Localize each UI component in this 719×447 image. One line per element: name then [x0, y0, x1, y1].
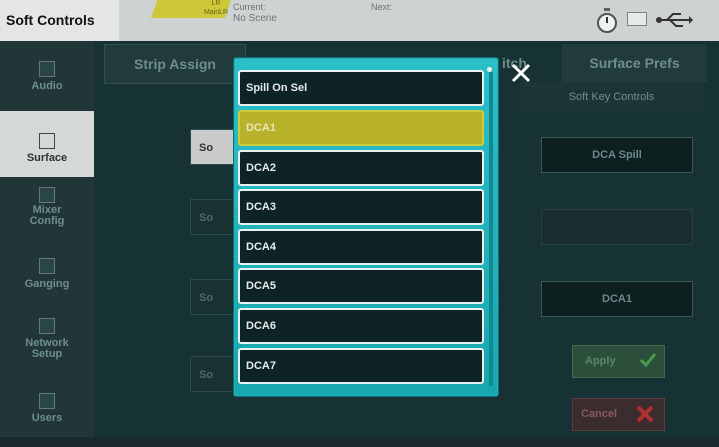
list-item-spill-on-sel[interactable]: Spill On Sel [238, 70, 484, 106]
list-item-dca5[interactable]: DCA5 [238, 268, 484, 304]
sidebar-item-mixer-config[interactable]: Mixer Config [0, 183, 94, 249]
close-icon[interactable] [508, 60, 534, 86]
sidebar-item-label-line2: Config [29, 215, 65, 227]
check-icon [639, 353, 657, 368]
sidebar-item-label: Surface [26, 152, 68, 164]
scroll-indicator [487, 67, 492, 72]
ganging-icon [39, 258, 55, 274]
sidebar-item-network-setup[interactable]: Network Setup [0, 313, 94, 379]
sidebar-item-surface[interactable]: Surface [0, 111, 94, 177]
sidebar-item-ganging[interactable]: Ganging [0, 252, 94, 318]
list-item-dca1[interactable]: DCA1 [238, 110, 484, 146]
stopwatch-icon[interactable] [596, 8, 618, 34]
mixer-config-icon [39, 187, 55, 203]
app-title: Soft Controls [0, 0, 119, 41]
next-scene-label: Next: [371, 2, 393, 12]
list-item-dca6[interactable]: DCA6 [238, 308, 484, 344]
audio-icon [39, 61, 55, 77]
sidebar: Audio Surface Mixer Config Ganging Netwo… [0, 41, 94, 437]
list-item-dca7[interactable]: DCA7 [238, 348, 484, 384]
sidebar-item-users[interactable]: Users [0, 381, 94, 447]
popup-scrollbar[interactable] [489, 72, 493, 386]
sidebar-item-label: Audio [31, 80, 63, 92]
list-item-dca4[interactable]: DCA4 [238, 229, 484, 265]
cancel-x-icon [636, 405, 654, 423]
soft-key-parameter-field[interactable] [541, 209, 693, 245]
surface-icon [39, 133, 55, 149]
users-icon [39, 393, 55, 409]
current-scene-label: Current: [233, 2, 266, 12]
sidebar-item-label-line2: Setup [31, 348, 63, 360]
current-scene-value: No Scene [233, 13, 277, 24]
sidebar-item-label: Ganging [24, 278, 70, 290]
tab-strip-assign[interactable]: Strip Assign [104, 44, 246, 84]
sidebar-item-label: Users [31, 412, 63, 424]
soft-key-function-field[interactable]: DCA Spill [541, 137, 693, 173]
list-item-dca2[interactable]: DCA2 [238, 150, 484, 186]
list-item-dca3[interactable]: DCA3 [238, 189, 484, 225]
network-setup-icon [39, 318, 55, 334]
tab-surface-prefs[interactable]: Surface Prefs [562, 44, 707, 82]
soft-key-target-field[interactable]: DCA1 [541, 281, 693, 317]
network-icon[interactable] [627, 12, 647, 26]
soft-key-controls-header: Soft Key Controls [520, 82, 703, 112]
sidebar-item-audio[interactable]: Audio [0, 41, 94, 107]
usb-icon [656, 13, 693, 27]
